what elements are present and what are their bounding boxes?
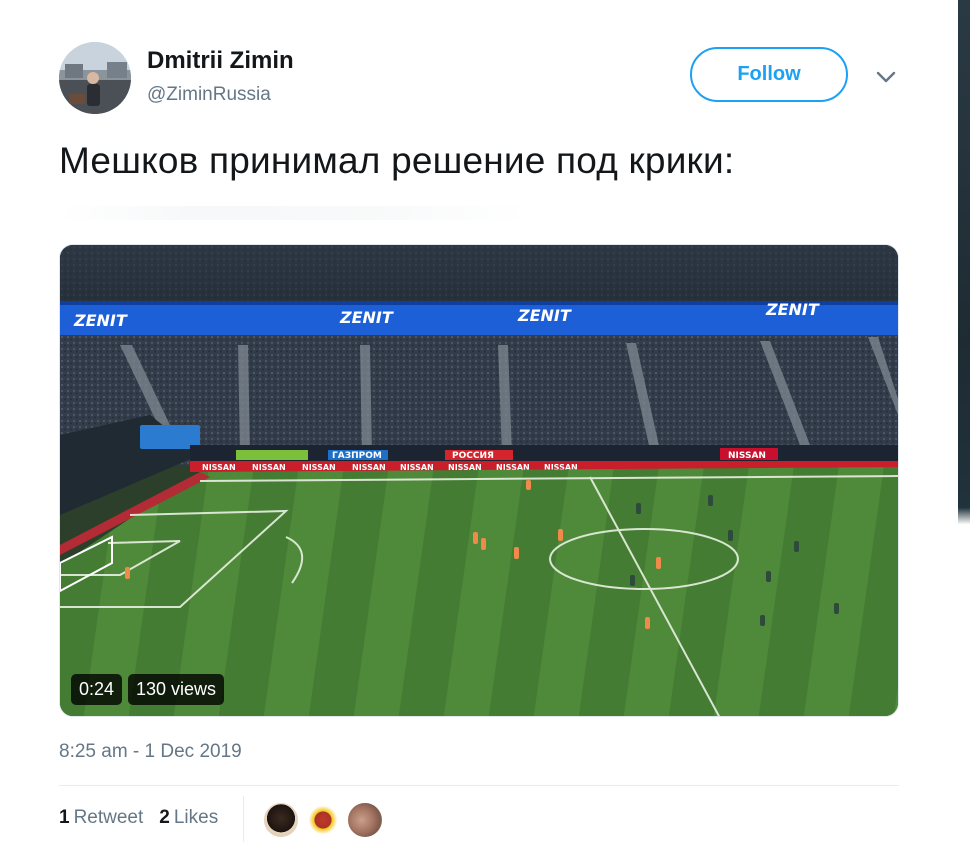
svg-text:NISSAN: NISSAN <box>202 463 236 472</box>
svg-text:ГАЗПРОМ: ГАЗПРОМ <box>332 451 382 461</box>
likes-count: 2 <box>159 807 170 828</box>
svg-text:NISSAN: NISSAN <box>302 463 336 472</box>
retweets-label: Retweet <box>73 807 144 828</box>
author-handle[interactable]: @ZiminRussia <box>147 84 271 106</box>
likes-label: Likes <box>173 807 219 828</box>
svg-text:NISSAN: NISSAN <box>728 451 766 461</box>
svg-text:NISSAN: NISSAN <box>252 463 286 472</box>
background-edge <box>958 0 970 846</box>
svg-text:ZENIT: ZENIT <box>339 308 394 327</box>
svg-text:ZENIT: ZENIT <box>517 306 572 325</box>
stats-separator <box>243 796 244 842</box>
svg-text:NISSAN: NISSAN <box>352 463 386 472</box>
retweets-count: 1 <box>59 807 70 828</box>
video-views-badge: 130 views <box>128 674 225 705</box>
liker-avatar[interactable] <box>304 801 342 839</box>
author-avatar[interactable] <box>59 42 131 114</box>
svg-text:ZENIT: ZENIT <box>73 311 128 330</box>
chevron-down-icon[interactable] <box>873 64 899 90</box>
liker-avatar[interactable] <box>262 801 300 839</box>
video-player[interactable]: ZENIT ZENIT ZENIT ZENIT ГАЗПРОМ РОССИЯ N… <box>59 244 899 717</box>
retweets-stat[interactable]: 1 Retweet <box>59 807 143 829</box>
follow-button[interactable]: Follow <box>690 47 848 102</box>
video-duration-badge: 0:24 <box>71 674 123 705</box>
author-name[interactable]: Dmitrii Zimin <box>147 47 294 75</box>
faded-text-line <box>59 206 529 220</box>
tweet-stats: 1 Retweet 2 Likes <box>59 807 218 829</box>
tweet-page: Dmitrii Zimin @ZiminRussia Follow Мешков… <box>0 0 970 846</box>
tweet-text: Мешков принимал решение под крики: <box>59 140 735 181</box>
svg-text:ZENIT: ZENIT <box>765 300 820 319</box>
divider <box>59 785 899 786</box>
likes-stat[interactable]: 2 Likes <box>159 807 218 829</box>
tweet-timestamp[interactable]: 8:25 am - 1 Dec 2019 <box>59 741 242 763</box>
svg-text:РОССИЯ: РОССИЯ <box>452 451 494 461</box>
likers-avatars <box>262 801 384 839</box>
liker-avatar[interactable] <box>346 801 384 839</box>
